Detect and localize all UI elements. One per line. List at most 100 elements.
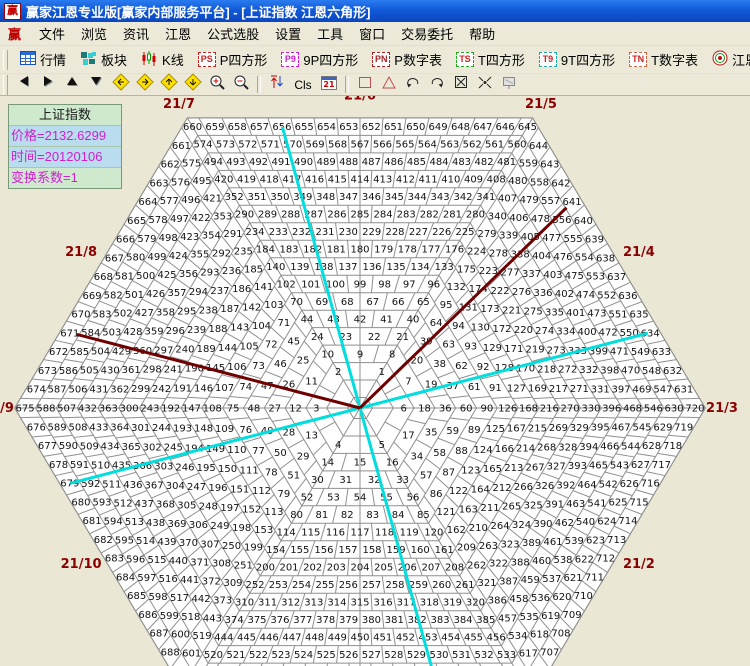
menu-item-文件[interactable]: 文件 [31,22,73,45]
p-number-table-label: P数字表 [394,50,442,69]
hex-cell-number: 554 [575,253,594,264]
sectors-button[interactable]: 板块 [75,48,132,71]
calendar-button[interactable]: 21 [318,75,340,94]
gann-hexagon-chart[interactable]: 1234567891011121314151617181920212223242… [0,0,750,666]
hex-cell-number: 290 [235,210,254,221]
hex-cell-number: 569 [306,140,325,151]
nav-down-button[interactable] [86,75,108,94]
t-square-label: T四方形 [478,50,525,69]
9t-square-label: 9T四方形 [561,50,615,69]
hex-cell-number: 241 [164,364,183,375]
diamond-right-button[interactable] [134,75,156,94]
hex-cell-number: 327 [547,462,566,473]
triangle-tool-button[interactable] [378,75,400,94]
zoom-out-button[interactable] [230,75,252,94]
hex-cell-number: 201 [279,563,298,574]
kline-button[interactable]: K线 [136,48,189,71]
hex-cell-number: 323 [501,539,520,550]
hex-cell-number: 628 [642,441,661,452]
menu-item-交易委托[interactable]: 交易委托 [393,22,461,45]
toolbar-grip[interactable] [3,75,8,95]
hex-cell-number: 16 [386,458,399,469]
cls-button-button[interactable]: Cls [290,75,316,94]
hex-cell-number: 222 [491,286,510,297]
title-bar[interactable]: 赢 赢家江恩专业版[赢家内部服务平台] - [上证指数 江恩六角形] [0,0,750,22]
hex-cell-number: 586 [59,366,78,377]
hex-cell-number: 487 [362,157,381,168]
gann-wheel-button[interactable]: 江恩轮 [707,48,750,71]
menu-item-资讯[interactable]: 资讯 [115,22,157,45]
t-square-button[interactable]: TST四方形 [451,48,530,71]
hex-cell-number: 418 [260,175,279,186]
nav-left-button[interactable] [14,75,36,94]
hex-cell-number: 189 [197,344,216,355]
diamond-up-button[interactable] [158,75,180,94]
diamond-left-button[interactable] [110,75,132,94]
rotate-ccw-button[interactable] [402,75,424,94]
nav-right-button[interactable] [38,75,60,94]
hex-cell-number: 388 [511,557,530,568]
hex-cell-number: 348 [316,192,335,203]
board-tool-button[interactable] [498,75,520,94]
menu-item-江恩[interactable]: 江恩 [157,22,199,45]
hex-cell-number: 294 [189,287,208,298]
hex-cell-number: 176 [445,245,464,256]
hex-cell-number: 549 [631,347,650,358]
hex-cell-number: 6 [401,404,407,415]
p-number-table-button[interactable]: PNP数字表 [367,48,447,71]
hex-cell-number: 632 [663,366,682,377]
square-tool-button[interactable] [354,75,376,94]
rotate-cw-button[interactable] [426,75,448,94]
hex-cell-number: 489 [317,157,336,168]
hex-cell-number: 630 [665,404,684,415]
hex-cell-number: 583 [92,309,111,320]
hex-cell-number: 677 [38,441,57,452]
hex-cell-number: 629 [653,422,672,433]
diamond-up-icon [160,73,178,96]
menu-logo[interactable]: 赢 [8,24,21,43]
hex-cell-number: 524 [294,650,313,661]
hex-cell-number: 598 [149,592,168,603]
hex-cell-number: 7 [405,376,411,387]
menu-item-窗口[interactable]: 窗口 [351,22,393,45]
menu-item-公式选股[interactable]: 公式选股 [199,22,267,45]
hex-cell-number: 212 [492,483,511,494]
zoom-in-button[interactable] [206,75,228,94]
menu-item-浏览[interactable]: 浏览 [73,22,115,45]
diamond-down-button[interactable] [182,75,204,94]
hex-cell-number: 225 [455,227,474,238]
center-point-button[interactable] [474,75,496,94]
hex-cell-number: 386 [488,596,507,607]
xbox-tool-button[interactable] [450,75,472,94]
quotes-button[interactable]: 行情 [15,48,71,71]
hex-cell-number: 31 [339,475,352,486]
hex-cell-number: 381 [385,615,404,626]
menu-item-工具[interactable]: 工具 [309,22,351,45]
hex-cell-number: 175 [457,264,476,275]
9t-square-button[interactable]: T99T四方形 [534,48,620,71]
hex-cell-number: 98 [378,279,391,290]
t-number-table-label: T数字表 [651,50,698,69]
9p-square-button[interactable]: P99P四方形 [276,48,363,71]
t-number-table-button[interactable]: TNT数字表 [624,48,703,71]
hex-cell-number: 242 [152,384,171,395]
hex-cell-number: 596 [126,554,145,565]
hex-cell-number: 411 [419,175,438,186]
toolbar-grip[interactable] [3,50,8,70]
hex-cell-number: 310 [235,597,254,608]
hex-cell-number: 519 [193,631,212,642]
menu-item-帮助[interactable]: 帮助 [461,22,503,45]
p-square-button[interactable]: PSP四方形 [193,48,273,71]
hex-cell-number: 645 [518,122,537,133]
hex-cell-number: 484 [429,157,448,168]
nav-up-button[interactable] [62,75,84,94]
menu-item-设置[interactable]: 设置 [267,22,309,45]
updown-arrows-button[interactable] [266,75,288,94]
hex-cell-number: 304 [166,481,185,492]
hex-cell-number: 237 [210,286,229,297]
hex-cell-number: 680 [71,497,90,508]
hex-cell-number: 716 [641,479,660,490]
hex-cell-number: 513 [125,517,144,528]
hex-cell-number: 526 [339,650,358,661]
hex-cell-number: 283 [397,210,416,221]
